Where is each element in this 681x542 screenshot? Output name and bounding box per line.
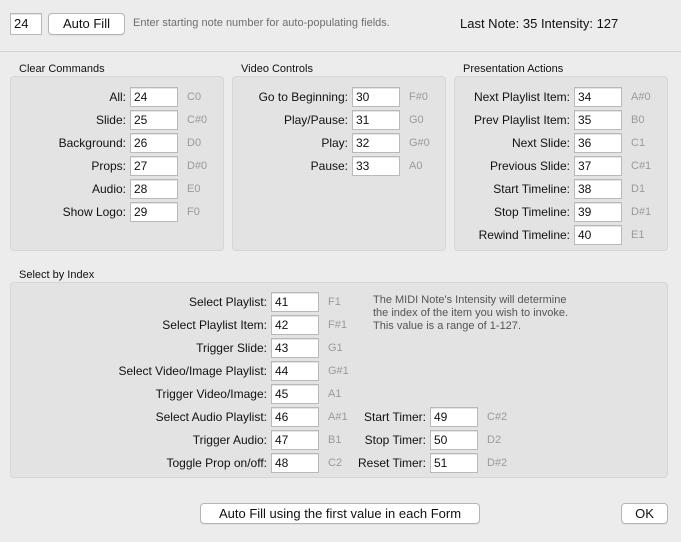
select-index-note-name: F1 [328, 296, 341, 308]
auto-fill-button[interactable]: Auto Fill [48, 13, 125, 35]
presentation-action-note-name: C#1 [631, 160, 652, 172]
clear-command-label: Props: [91, 159, 126, 173]
video-control-label: Play/Pause: [283, 113, 348, 127]
timer-label: Stop Timer: [364, 433, 426, 447]
clear-command-label: All: [109, 90, 126, 104]
select-index-label: Select Video/Image Playlist: [118, 364, 267, 378]
presentation-action-label: Start Timeline: [493, 182, 570, 196]
select-index-note-name: G#1 [328, 365, 349, 377]
select-index-note-input[interactable]: 44 [271, 361, 319, 381]
presentation-action-note-input[interactable]: 35 [574, 110, 622, 130]
presentation-action-label: Prev Playlist Item: [473, 113, 570, 127]
starting-note-hint: Enter starting note number for auto-popu… [133, 17, 390, 29]
select-index-note-name: G1 [328, 342, 343, 354]
select-index-note-name: A1 [328, 388, 342, 400]
video-controls-title: Video Controls [241, 63, 313, 75]
intensity-info-line: the index of the item you wish to invoke… [373, 307, 569, 319]
presentation-action-label: Rewind Timeline: [478, 228, 570, 242]
timer-note-name: D2 [487, 434, 502, 446]
select-index-note-input[interactable]: 45 [271, 384, 319, 404]
timer-label: Reset Timer: [357, 456, 426, 470]
clear-commands-title: Clear Commands [19, 63, 105, 75]
timer-note-input[interactable]: 50 [430, 430, 478, 450]
select-index-label: Trigger Video/Image: [155, 387, 267, 401]
presentation-action-note-name: D1 [631, 183, 646, 195]
timer-note-name: D#2 [487, 457, 508, 469]
clear-command-label: Show Logo: [62, 205, 126, 219]
presentation-actions-title: Presentation Actions [463, 63, 564, 75]
clear-command-label: Audio: [91, 182, 126, 196]
select-index-label: Select Playlist Item: [162, 318, 267, 332]
timer-label: Start Timer: [363, 410, 426, 424]
timer-note-input[interactable]: 51 [430, 453, 478, 473]
presentation-action-note-name: A#0 [631, 91, 651, 103]
presentation-action-note-input[interactable]: 39 [574, 202, 622, 222]
select-index-note-name: F#1 [328, 319, 347, 331]
presentation-action-note-name: C1 [631, 137, 646, 149]
video-control-label: Play: [321, 136, 348, 150]
presentation-action-note-input[interactable]: 38 [574, 179, 622, 199]
select-index-label: Trigger Slide: [196, 341, 267, 355]
presentation-action-label: Previous Slide: [489, 159, 570, 173]
clear-command-label: Background: [58, 136, 126, 150]
presentation-action-note-name: B0 [631, 114, 645, 126]
presentation-action-note-input[interactable]: 37 [574, 156, 622, 176]
presentation-action-note-input[interactable]: 34 [574, 87, 622, 107]
auto-fill-all-button[interactable]: Auto Fill using the first value in each … [200, 503, 480, 524]
intensity-info-line: This value is a range of 1-127. [373, 320, 521, 332]
clear-command-note-input[interactable]: 28 [130, 179, 178, 199]
timer-note-name: C#2 [487, 411, 508, 423]
presentation-action-note-name: D#1 [631, 206, 652, 218]
timer-note-input[interactable]: 49 [430, 407, 478, 427]
select-by-index-title: Select by Index [19, 269, 95, 281]
presentation-action-label: Stop Timeline: [493, 205, 570, 219]
intensity-info-text: The MIDI Note's Intensity will determine… [373, 294, 568, 333]
presentation-action-label: Next Playlist Item: [473, 90, 570, 104]
select-index-note-input[interactable]: 41 [271, 292, 319, 312]
presentation-action-label: Next Slide: [511, 136, 570, 150]
ok-button[interactable]: OK [621, 503, 668, 524]
presentation-action-note-input[interactable]: 36 [574, 133, 622, 153]
presentation-action-note-input[interactable]: 40 [574, 225, 622, 245]
select-index-note-input[interactable]: 43 [271, 338, 319, 358]
presentation-action-note-name: E1 [631, 229, 645, 241]
select-index-label: Select Playlist: [188, 295, 267, 309]
video-control-label: Pause: [310, 159, 348, 173]
clear-command-label: Slide: [95, 113, 126, 127]
top-bar: 24 Auto Fill Enter starting note number … [0, 0, 681, 52]
clear-command-note-input[interactable]: 29 [130, 202, 178, 222]
video-control-label: Go to Beginning: [258, 90, 348, 104]
last-note-status: Last Note: 35 Intensity: 127 [460, 16, 619, 31]
clear-command-note-name: F0 [187, 206, 200, 218]
starting-note-input[interactable]: 24 [10, 13, 42, 35]
clear-command-note-name: E0 [187, 183, 201, 195]
intensity-info-line: The MIDI Note's Intensity will determine [373, 294, 567, 306]
select-index-note-input[interactable]: 42 [271, 315, 319, 335]
